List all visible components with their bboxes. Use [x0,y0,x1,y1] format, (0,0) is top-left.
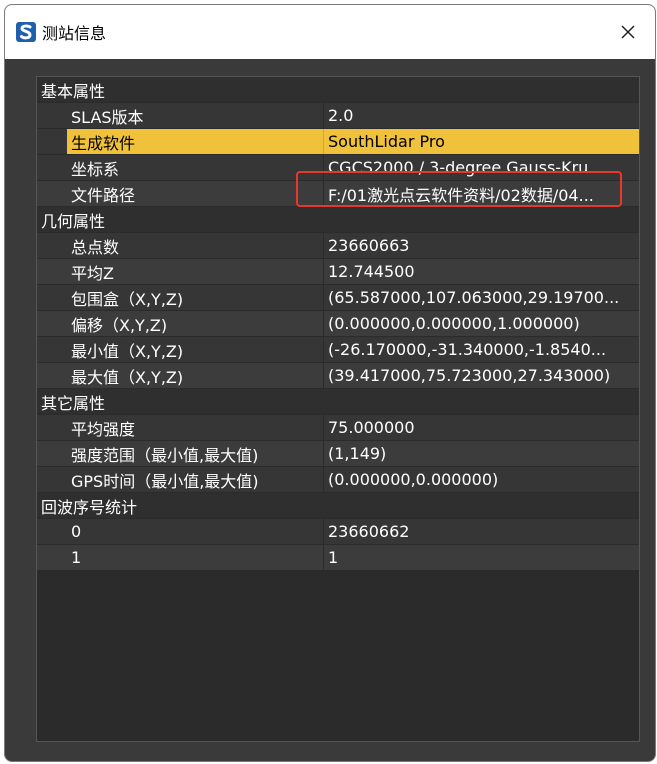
group-label: 回波序号统计 [41,497,138,517]
property-key: SLAS版本 [71,107,144,127]
property-key: 最大值（X,Y,Z) [71,367,184,387]
group-header-geometry[interactable]: 几何属性 [37,207,639,233]
group-header-echo-stats[interactable]: 回波序号统计 [37,493,639,519]
property-value: 1 [328,548,339,567]
property-value: SouthLidar Pro [328,132,445,151]
property-row[interactable]: 平均强度 75.000000 [37,415,639,441]
property-row[interactable]: 最小值（X,Y,Z) (-26.170000,-31.340000,-1.854… [37,337,639,363]
property-value: CGCS2000 / 3-degree Gauss-Kru... [328,158,604,177]
close-button[interactable] [601,5,655,59]
property-value: 2.0 [328,106,354,125]
property-row[interactable]: 包围盒（X,Y,Z) (65.587000,107.063000,29.1970… [37,285,639,311]
group-label: 几何属性 [41,211,106,231]
group-label: 其它属性 [41,393,106,413]
property-row[interactable]: 强度范围（最小值,最大值) (1,149) [37,441,639,467]
property-value: F:/01激光点云软件资料/02数据/04... [328,185,594,205]
property-key: 偏移（X,Y,Z) [71,315,168,335]
property-row[interactable]: 文件路径 F:/01激光点云软件资料/02数据/04... [37,181,639,207]
property-key: 包围盒（X,Y,Z) [71,289,184,309]
property-key: 生成软件 [71,133,136,153]
property-row[interactable]: 总点数 23660663 [37,233,639,259]
property-key: 平均Z [71,263,114,283]
property-value: (0.000000,0.000000) [328,470,499,489]
property-row[interactable]: SLAS版本 2.0 [37,103,639,129]
property-key: 坐标系 [71,159,120,179]
app-logo-icon [16,22,36,42]
property-key: 平均强度 [71,419,136,439]
property-row[interactable]: 平均Z 12.744500 [37,259,639,285]
window-title: 测站信息 [42,24,107,43]
property-value: (65.587000,107.063000,29.19700... [328,288,620,307]
property-row[interactable]: 0 23660662 [37,519,639,545]
property-row[interactable]: 坐标系 CGCS2000 / 3-degree Gauss-Kru... [37,155,639,181]
property-value: 23660662 [328,522,410,541]
property-key: GPS时间（最小值,最大值) [71,471,259,491]
title-bar: 测站信息 [5,5,655,59]
property-key: 1 [71,548,82,567]
close-icon[interactable] [620,24,636,40]
property-key: 总点数 [71,237,120,257]
property-value: 23660663 [328,236,410,255]
property-key: 强度范围（最小值,最大值) [71,445,259,465]
group-header-other[interactable]: 其它属性 [37,389,639,415]
property-grid[interactable]: 基本属性 SLAS版本 2.0 生成软件 SouthLidar Pro 坐标系 … [36,76,640,742]
property-value: (39.417000,75.723000,27.343000) [328,366,611,385]
property-value: (-26.170000,-31.340000,-1.8540... [328,340,607,359]
property-value: (1,149) [328,444,387,463]
property-value: (0.000000,0.000000,1.000000) [328,314,580,333]
property-row[interactable]: 1 1 [37,545,639,571]
property-key: 0 [71,522,82,541]
property-row[interactable]: GPS时间（最小值,最大值) (0.000000,0.000000) [37,467,639,493]
property-row[interactable]: 最大值（X,Y,Z) (39.417000,75.723000,27.34300… [37,363,639,389]
group-header-basic[interactable]: 基本属性 [37,77,639,103]
property-value: 12.744500 [328,262,415,281]
station-info-dialog: 测站信息 基本属性 SLAS版本 2.0 生成软件 SouthLidar Pro… [4,4,656,762]
property-value: 75.000000 [328,418,415,437]
property-key: 文件路径 [71,185,136,205]
group-label: 基本属性 [41,81,106,101]
property-key: 最小值（X,Y,Z) [71,341,184,361]
property-row[interactable]: 偏移（X,Y,Z) (0.000000,0.000000,1.000000) [37,311,639,337]
property-row-selected[interactable]: 生成软件 SouthLidar Pro [37,129,639,155]
